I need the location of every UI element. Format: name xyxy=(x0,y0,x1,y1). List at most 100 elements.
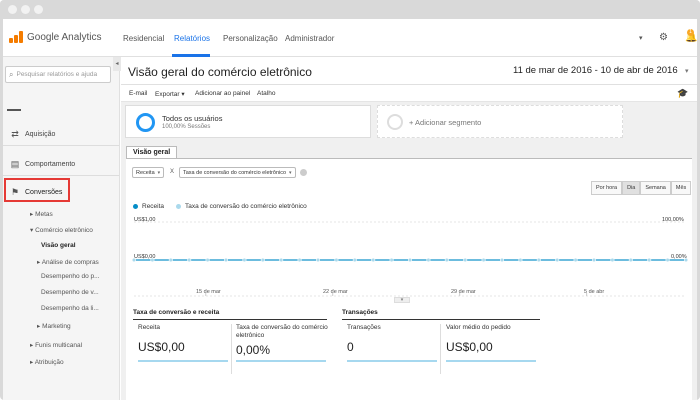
metric-valor-medio[interactable]: Valor médio do pedido US$0,00 xyxy=(446,324,539,372)
data-point[interactable] xyxy=(426,257,431,263)
data-point[interactable] xyxy=(389,257,394,263)
export-button[interactable]: Exportar ▾ xyxy=(155,90,185,98)
compare-metric-select[interactable]: Taxa de conversão do comércio eletrônico… xyxy=(179,167,296,178)
search-icon: ⌕ xyxy=(9,69,14,79)
sidebar-sub-visao-geral[interactable]: Visão geral xyxy=(41,242,76,249)
shortcut-button[interactable]: Atalho xyxy=(257,90,275,97)
segment-ring-icon xyxy=(136,113,155,132)
data-point[interactable] xyxy=(279,257,284,263)
sidebar-sub-desempenho-vendas[interactable]: Desempenho de v... xyxy=(41,289,99,296)
data-point[interactable] xyxy=(407,257,413,263)
browser-window-icon: ▤ xyxy=(10,159,20,169)
data-point[interactable] xyxy=(205,257,210,263)
data-point[interactable] xyxy=(518,257,523,263)
window-minimize-dot[interactable] xyxy=(21,5,30,14)
search-placeholder: Pesquisar relatórios e ajuda xyxy=(16,71,98,78)
metric-value: 0,00% xyxy=(236,343,271,357)
metric-label: Valor médio do pedido xyxy=(446,324,511,331)
data-point[interactable] xyxy=(536,257,541,263)
period-hour-button[interactable]: Por hora xyxy=(591,181,623,195)
analytics-logo-icon xyxy=(9,31,23,43)
sidebar-sub-analise-compras[interactable]: ▸ Análise de compras xyxy=(37,258,99,266)
data-point[interactable] xyxy=(481,257,486,263)
date-range-selector[interactable]: 11 de mar de 2016 - 10 de abr de 2016 xyxy=(513,65,678,76)
data-point[interactable] xyxy=(242,257,247,263)
menu-fragment xyxy=(7,109,21,111)
data-point[interactable] xyxy=(591,257,597,263)
data-point[interactable] xyxy=(555,257,560,263)
graduation-cap-icon[interactable]: 🎓 xyxy=(677,88,688,99)
add-to-dashboard-button[interactable]: Adicionar ao painel xyxy=(195,90,250,97)
data-point[interactable] xyxy=(444,257,449,263)
data-point[interactable] xyxy=(334,257,339,263)
legend-taxa: Taxa de conversão do comércio eletrônico xyxy=(176,203,307,210)
legend-label: Taxa de conversão do comércio eletrônico xyxy=(185,203,307,210)
search-input[interactable]: ⌕ Pesquisar relatórios e ajuda xyxy=(5,66,111,83)
chevron-down-icon[interactable]: ▾ xyxy=(685,67,689,75)
nav-residencial[interactable]: Residencial xyxy=(123,34,164,43)
window-maximize-dot[interactable] xyxy=(34,5,43,14)
x-tick-label: 5 de abr xyxy=(584,289,605,295)
data-point[interactable] xyxy=(610,257,615,263)
metric-group-underline xyxy=(342,319,540,320)
data-point[interactable] xyxy=(463,257,468,263)
metric-sparkline xyxy=(347,360,437,362)
legend-swatch xyxy=(176,204,181,209)
account-dropdown-icon[interactable]: ▾ xyxy=(639,34,643,42)
data-point[interactable] xyxy=(223,257,229,263)
data-point[interactable] xyxy=(168,257,173,263)
expand-chart-button[interactable]: ▾ xyxy=(394,297,410,303)
data-point[interactable] xyxy=(352,257,357,263)
period-day-button[interactable]: Dia xyxy=(622,181,641,195)
clear-compare-icon[interactable] xyxy=(300,169,307,176)
email-button[interactable]: E-mail xyxy=(129,90,147,97)
sidebar-sub-desempenho-lista[interactable]: Desempenho da li... xyxy=(41,305,99,312)
data-point[interactable] xyxy=(131,257,137,263)
data-point[interactable] xyxy=(628,257,633,263)
metric-label: Transações xyxy=(347,324,381,331)
report-toolbar: E-mail Exportar ▾ Adicionar ao painel At… xyxy=(121,85,697,102)
sidebar-item-comportamento[interactable]: ▤ Comportamento xyxy=(3,159,119,170)
browser-frame: Google Analytics Residencial Relatórios … xyxy=(0,0,700,400)
metric-sparkline xyxy=(236,360,326,362)
versus-label: X xyxy=(170,169,175,175)
nav-personalizacao[interactable]: Personalização xyxy=(223,34,278,43)
data-point[interactable] xyxy=(683,257,689,263)
sidebar-item-aquisicao[interactable]: ⇄ Aquisição xyxy=(3,129,119,140)
data-point[interactable] xyxy=(499,257,505,263)
window-close-dot[interactable] xyxy=(8,5,17,14)
data-point[interactable] xyxy=(260,257,265,263)
data-point[interactable] xyxy=(150,257,155,263)
gear-icon[interactable]: ⚙ xyxy=(659,32,668,43)
nav-relatorios[interactable]: Relatórios xyxy=(174,34,210,43)
data-point[interactable] xyxy=(573,257,578,263)
data-point[interactable] xyxy=(297,257,302,263)
sidebar-sub-funis[interactable]: ▸ Funis multicanal xyxy=(30,341,82,349)
x-tick-label: 29 de mar xyxy=(451,289,476,295)
period-month-button[interactable]: Mês xyxy=(670,181,692,195)
period-week-button[interactable]: Semana xyxy=(640,181,671,195)
metric-receita[interactable]: Receita US$0,00 xyxy=(138,324,231,372)
data-point[interactable] xyxy=(647,257,652,263)
metric-transacoes[interactable]: Transações 0 xyxy=(347,324,440,372)
segment-all-users[interactable]: Todos os usuários 100,00% Sessões xyxy=(125,105,371,138)
sidebar-sub-marketing[interactable]: ▸ Marketing xyxy=(37,322,71,330)
nav-administrador[interactable]: Administrador xyxy=(285,34,334,43)
sidebar-sub-atribuicao[interactable]: ▸ Atribuição xyxy=(30,358,64,366)
legend-label: Receita xyxy=(142,203,165,210)
notification-badge: 1 xyxy=(687,29,694,36)
sidebar-divider xyxy=(3,175,119,176)
collapse-sidebar-button[interactable]: ◂ xyxy=(113,57,121,71)
google-analytics-logo[interactable]: Google Analytics xyxy=(9,31,102,43)
metric-label: Taxa de conversão do comércio eletrônico xyxy=(236,324,328,339)
sidebar-sub-comercio[interactable]: ▾ Comércio eletrônico xyxy=(30,226,93,234)
sidebar-sub-desempenho-produto[interactable]: Desempenho do p... xyxy=(41,273,100,280)
add-segment-button[interactable]: + Adicionar segmento xyxy=(377,105,623,138)
metric-taxa-conversao[interactable]: Taxa de conversão do comércio eletrônico… xyxy=(236,324,329,372)
data-point[interactable] xyxy=(315,257,321,263)
data-point[interactable] xyxy=(371,257,376,263)
data-point[interactable] xyxy=(187,257,192,263)
metric-select[interactable]: Receita ▾ xyxy=(132,167,165,178)
data-point[interactable] xyxy=(665,257,670,263)
sidebar-sub-metas[interactable]: ▸ Metas xyxy=(30,210,53,218)
